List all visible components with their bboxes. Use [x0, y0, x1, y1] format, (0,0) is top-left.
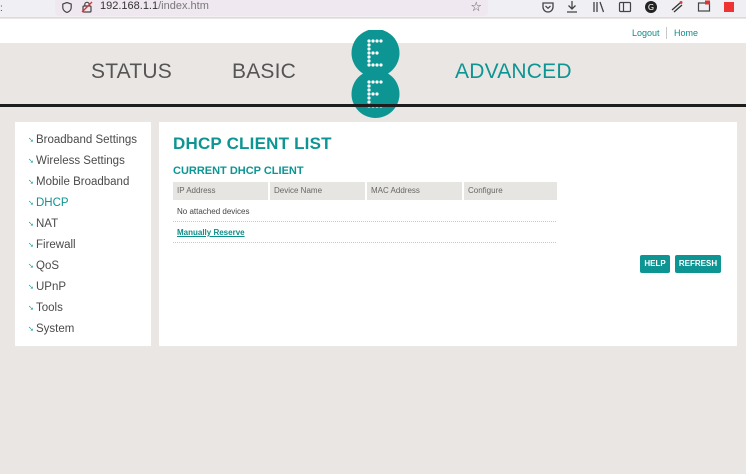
url-path: /index.htm	[158, 0, 209, 12]
logout-link[interactable]: Logout	[632, 28, 660, 38]
url-text[interactable]: 192.168.1.1/index.htm	[100, 0, 209, 13]
screenshot-icon[interactable]	[697, 0, 711, 14]
header-divider	[0, 104, 746, 107]
column-header-device-name: Device Name	[270, 182, 365, 200]
column-header-mac-address: MAC Address	[367, 182, 462, 200]
section-title: CURRENT DHCP CLIENT	[173, 165, 304, 177]
sidebar-item-label: Tools	[36, 302, 63, 314]
pocket-icon[interactable]	[541, 0, 555, 14]
column-header-configure: Configure	[464, 182, 557, 200]
link-divider	[666, 27, 667, 39]
profile-icon[interactable]: G	[644, 0, 658, 14]
row-divider	[173, 221, 556, 222]
bookmark-star-icon[interactable]: ☆	[470, 0, 482, 15]
sidebar: ➘ Broadband Settings ➘ Wireless Settings ➘…	[15, 122, 151, 346]
arrow-icon: ➘	[28, 284, 34, 291]
sidebar-item-label: UPnP	[36, 281, 67, 293]
arrow-icon: ➘	[28, 221, 34, 228]
manually-reserve-link[interactable]: Manually Reserve	[177, 228, 245, 237]
arrow-icon: ➘	[28, 326, 34, 333]
sidebar-icon[interactable]	[618, 0, 632, 14]
arrow-icon: ➘	[28, 200, 34, 207]
sidebar-item-label: DHCP	[36, 197, 69, 209]
sidebar-item-tools[interactable]: ➘ Tools	[28, 302, 63, 314]
refresh-button[interactable]: REFRESH	[675, 255, 721, 273]
arrow-icon: ➘	[28, 179, 34, 186]
sidebar-item-qos[interactable]: ➘ QoS	[28, 260, 59, 272]
extension-icon[interactable]	[670, 0, 684, 14]
arrow-icon: ➘	[28, 305, 34, 312]
sidebar-item-label: Mobile Broadband	[36, 176, 130, 188]
column-header-ip-address: IP Address	[173, 182, 268, 200]
library-icon[interactable]	[592, 0, 606, 14]
sidebar-item-label: NAT	[36, 218, 59, 230]
sidebar-item-system[interactable]: ➘ System	[28, 323, 74, 335]
sidebar-item-upnp[interactable]: ➘ UPnP	[28, 281, 66, 293]
sidebar-item-nat[interactable]: ➘ NAT	[28, 218, 58, 230]
menu-icon[interactable]	[722, 0, 736, 14]
sidebar-item-dhcp[interactable]: ➘ DHCP	[28, 197, 69, 209]
lock-icon[interactable]	[81, 1, 93, 13]
url-host: 192.168.1.1	[100, 0, 159, 12]
sidebar-item-wireless-settings[interactable]: ➘ Wireless Settings	[28, 155, 125, 167]
browser-toolbar: : 192.168.1.1/index.htm ☆ G	[0, 0, 746, 18]
sidebar-item-label: Firewall	[36, 239, 76, 251]
page-title: DHCP CLIENT LIST	[173, 134, 332, 153]
arrow-icon: ➘	[28, 242, 34, 249]
download-icon[interactable]	[565, 0, 579, 14]
edge-marker: :	[0, 3, 3, 14]
arrow-icon: ➘	[28, 263, 34, 270]
sidebar-item-label: Broadband Settings	[36, 134, 138, 146]
arrow-icon: ➘	[28, 158, 34, 165]
home-link[interactable]: Home	[674, 28, 698, 38]
url-bar[interactable]: 192.168.1.1/index.htm ☆	[55, 0, 488, 16]
svg-text:G: G	[648, 3, 654, 12]
nav-advanced[interactable]: ADVANCED	[455, 60, 572, 84]
arrow-icon: ➘	[28, 137, 34, 144]
sidebar-item-broadband-settings[interactable]: ➘ Broadband Settings	[28, 134, 137, 146]
sidebar-item-label: Wireless Settings	[36, 155, 125, 167]
sidebar-item-label: QoS	[36, 260, 60, 272]
sidebar-item-mobile-broadband[interactable]: ➘ Mobile Broadband	[28, 176, 129, 188]
nav-status[interactable]: STATUS	[91, 60, 172, 84]
sidebar-item-firewall[interactable]: ➘ Firewall	[28, 239, 76, 251]
shield-icon[interactable]	[62, 2, 72, 13]
row-divider	[173, 242, 556, 243]
sidebar-item-label: System	[36, 323, 75, 335]
empty-table-message: No attached devices	[177, 207, 250, 216]
help-button[interactable]: HELP	[640, 255, 670, 273]
main-panel: DHCP CLIENT LIST CURRENT DHCP CLIENT IP …	[159, 122, 737, 346]
nav-basic[interactable]: BASIC	[232, 60, 296, 84]
